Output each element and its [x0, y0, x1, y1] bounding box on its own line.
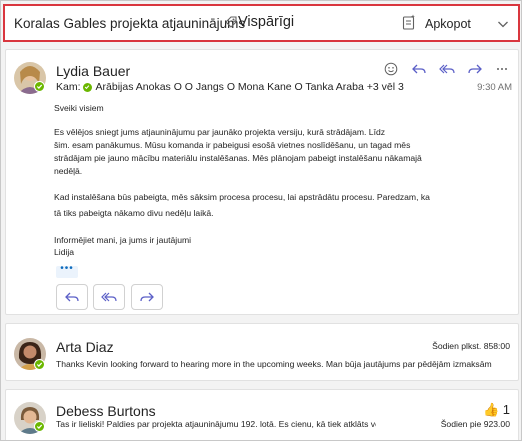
sender-name[interactable]: Lydia Bauer — [56, 63, 130, 79]
forward-button[interactable] — [466, 60, 484, 78]
forward-icon — [140, 292, 154, 302]
body-line: Es vēlējos sniegt jums atjauninājumu par… — [54, 127, 386, 137]
body-line: tā tiks pabeigta nākamo divu nedēļu laik… — [54, 208, 214, 218]
presence-available-icon — [34, 421, 45, 432]
tag-icon[interactable] — [224, 15, 238, 29]
chevron-down-icon[interactable] — [496, 17, 510, 31]
sender-name[interactable]: Debess Burtons — [56, 403, 156, 419]
conversation-subject: Koralas Gables projekta atjauninājums — [14, 16, 246, 31]
recipients-list[interactable]: Arābijas Anokas O O Jangs O Mona Kane O … — [96, 81, 404, 93]
presence-available-icon — [34, 81, 45, 92]
message-preview: Thanks Kevin looking forward to hearing … — [56, 359, 492, 369]
closing-line: Informējiet mani, ja jums ir jautājumi — [54, 235, 192, 245]
collapsed-message[interactable]: Debess Burtons 👍 1 Šodien pie 923.00 Tas… — [5, 389, 519, 440]
message-time: Šodien plkst. 858:00 — [432, 341, 510, 351]
presence-available-icon — [82, 82, 92, 92]
reading-pane: Koralas Gables projekta atjauninājums Vi… — [0, 0, 522, 441]
reply-all-icon — [439, 64, 455, 74]
expanded-message: Lydia Bauer Kam: Arābijas Anokas O O Jan… — [5, 49, 519, 315]
summarize-button[interactable]: Apkopot — [425, 17, 471, 31]
reply-all-button-bottom[interactable] — [93, 284, 125, 310]
more-actions-button[interactable] — [493, 60, 511, 78]
signature: Lidija — [54, 247, 75, 257]
message-preview: Tas ir lieliski! Paldies par projekta at… — [56, 419, 376, 429]
recipients-line: Kam: Arābijas Anokas O O Jangs O Mona Ka… — [56, 81, 404, 93]
forward-button-bottom[interactable] — [131, 284, 163, 310]
reply-icon — [65, 292, 79, 302]
body-line: šim. esam panākumus. Mūsu komanda ir pab… — [54, 140, 411, 150]
conversation-header: Koralas Gables projekta atjauninājums Vi… — [3, 4, 520, 42]
summarize-icon[interactable] — [402, 14, 416, 30]
smiley-icon — [384, 62, 398, 76]
sender-name[interactable]: Arta Diaz — [56, 339, 114, 355]
reaction-badge[interactable]: 👍 1 — [483, 402, 510, 418]
collapsed-message[interactable]: Arta Diaz Šodien plkst. 858:00 Thanks Ke… — [5, 323, 519, 381]
presence-available-icon — [34, 359, 45, 370]
forward-icon — [468, 64, 482, 74]
reply-all-icon — [101, 292, 117, 302]
body-line: Kad instalēšana būs pabeigta, mēs sāksim… — [54, 192, 430, 202]
category-label[interactable]: Vispārīgi — [238, 14, 294, 30]
body-line: strādājam pie jauno mācību materiālu ins… — [54, 153, 422, 163]
greeting: Sveiki visiem — [54, 103, 104, 113]
react-button[interactable] — [382, 60, 400, 78]
reply-button[interactable] — [410, 60, 428, 78]
message-time: Šodien pie 923.00 — [440, 419, 510, 429]
body-line: nedēļā. — [54, 166, 83, 176]
to-label: Kam: — [56, 81, 81, 93]
more-icon — [497, 68, 507, 70]
body-paragraph-2: Kad instalēšana būs pabeigta, mēs sāksim… — [54, 191, 430, 220]
reply-button-bottom[interactable] — [56, 284, 88, 310]
body-paragraph-1: Es vēlējos sniegt jums atjauninājumu par… — [54, 126, 422, 178]
message-time: 9:30 AM — [477, 82, 512, 93]
show-more-button[interactable]: ••• — [56, 264, 78, 278]
reply-all-button[interactable] — [438, 60, 456, 78]
reply-icon — [412, 64, 426, 74]
